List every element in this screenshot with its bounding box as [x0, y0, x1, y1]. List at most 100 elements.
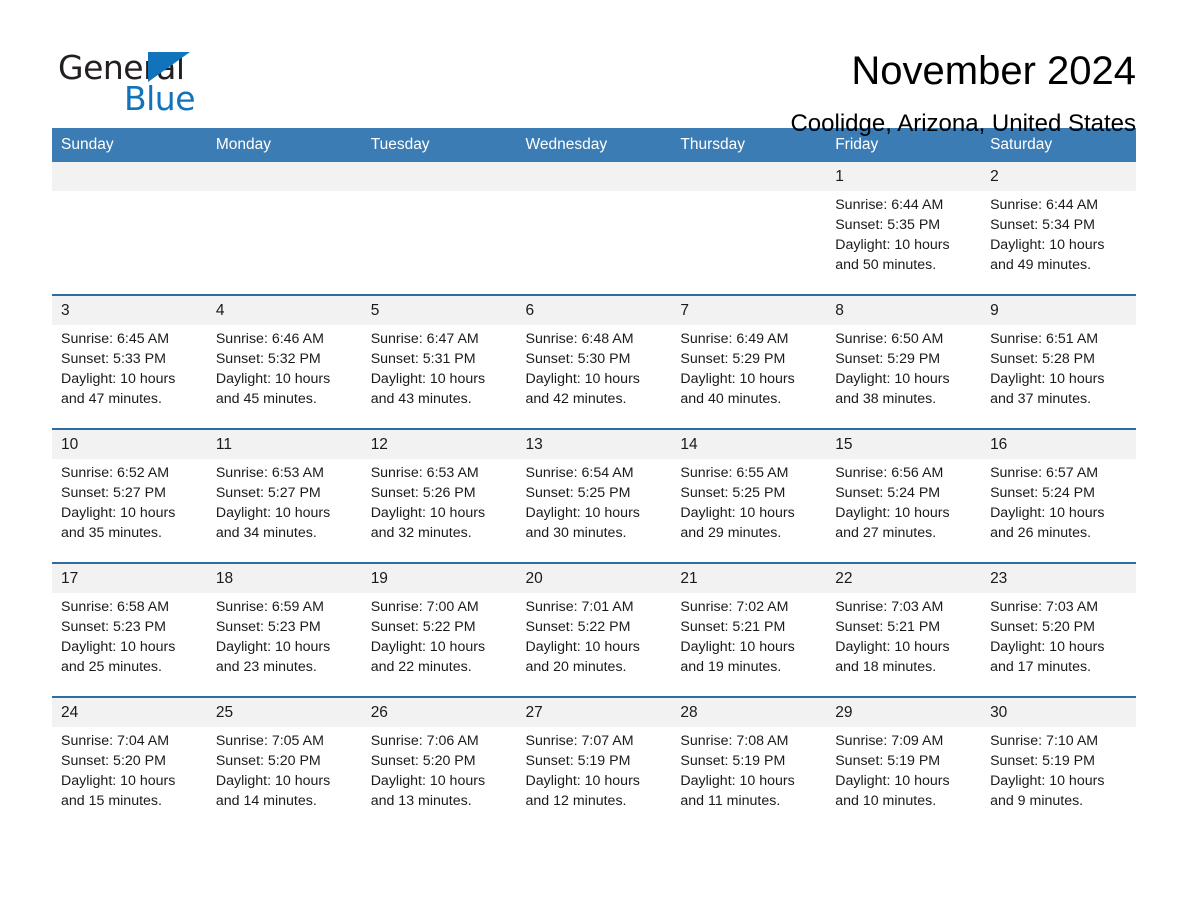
calendar-day-cell[interactable]: 5 Sunrise: 6:47 AM Sunset: 5:31 PM Daylight… — [361, 294, 517, 429]
sunrise-text: Sunrise: 6:50 AM — [835, 331, 944, 347]
calendar-day-cell[interactable]: 22 Sunrise: 7:03 AM Sunset: 5:21 PM Dayligh… — [826, 562, 982, 697]
calendar-day-cell[interactable]: 25 Sunrise: 7:05 AM Sunset: 5:20 PM Dayligh… — [206, 696, 362, 830]
sunset-text: Sunset: 5:19 PM — [835, 753, 941, 769]
calendar-day-cell[interactable]: 1 Sunrise: 6:44 AM Sunset: 5:35 PM Daylight… — [826, 162, 982, 295]
day-cell-inner — [671, 162, 827, 294]
calendar-day-cell[interactable]: 16 Sunrise: 6:57 AM Sunset: 5:24 PM Dayligh… — [981, 428, 1136, 563]
day-details: Sunrise: 7:04 AM Sunset: 5:20 PM Daylight:… — [52, 727, 207, 811]
calendar-day-cell[interactable]: 2 Sunrise: 6:44 AM Sunset: 5:34 PM Daylight… — [981, 162, 1136, 295]
day-cell-inner: 19 Sunrise: 7:00 AM Sunset: 5:22 PM Dayligh… — [361, 564, 517, 696]
sunrise-text: Sunrise: 6:53 AM — [370, 465, 479, 481]
day-number: 23 — [981, 564, 1136, 593]
sunrise-text: Sunrise: 7:00 AM — [370, 599, 479, 615]
calendar-week-row: 17 Sunrise: 6:58 AM Sunset: 5:23 PM Dayligh… — [52, 562, 1136, 697]
calendar-day-cell[interactable]: 14 Sunrise: 6:55 AM Sunset: 5:25 PM Dayligh… — [671, 428, 827, 563]
sunset-text: Sunset: 5:20 PM — [61, 753, 166, 769]
day-details: Sunrise: 7:09 AM Sunset: 5:19 PM Daylight:… — [826, 727, 981, 811]
calendar-day-cell[interactable]: 4 Sunrise: 6:46 AM Sunset: 5:32 PM Daylight… — [206, 294, 362, 429]
daylight-text: Daylight: 10 hours and 19 minutes. — [680, 639, 795, 675]
calendar-page: General Blue November 2024 Coolidge, Ari… — [0, 0, 1188, 918]
calendar-day-cell[interactable]: 3 Sunrise: 6:45 AM Sunset: 5:33 PM Daylight… — [52, 294, 207, 429]
day-details: Sunrise: 7:07 AM Sunset: 5:19 PM Daylight:… — [517, 727, 672, 811]
calendar-day-cell[interactable]: 26 Sunrise: 7:06 AM Sunset: 5:20 PM Dayligh… — [361, 696, 517, 830]
calendar-day-cell[interactable]: 27 Sunrise: 7:07 AM Sunset: 5:19 PM Dayligh… — [516, 696, 672, 830]
calendar-day-cell[interactable]: 7 Sunrise: 6:49 AM Sunset: 5:29 PM Daylight… — [671, 294, 827, 429]
calendar-day-cell[interactable]: 18 Sunrise: 6:59 AM Sunset: 5:23 PM Dayligh… — [206, 562, 362, 697]
day-details: Sunrise: 6:48 AM Sunset: 5:30 PM Daylight:… — [517, 325, 672, 409]
sunrise-text: Sunrise: 7:06 AM — [370, 733, 479, 749]
calendar-day-cell[interactable]: 13 Sunrise: 6:54 AM Sunset: 5:25 PM Dayligh… — [516, 428, 672, 563]
day-number: 14 — [671, 430, 827, 459]
sunset-text: Sunset: 5:20 PM — [215, 753, 321, 769]
sunrise-text: Sunrise: 6:57 AM — [990, 465, 1099, 481]
calendar-day-cell[interactable]: 21 Sunrise: 7:02 AM Sunset: 5:21 PM Dayligh… — [671, 562, 827, 697]
sunrise-text: Sunrise: 7:04 AM — [61, 733, 170, 749]
daylight-text: Daylight: 10 hours and 26 minutes. — [990, 505, 1105, 541]
day-number: 25 — [206, 698, 362, 727]
day-number: 13 — [516, 430, 672, 459]
day-details: Sunrise: 6:44 AM Sunset: 5:35 PM Daylight:… — [826, 191, 981, 275]
day-cell-inner: 21 Sunrise: 7:02 AM Sunset: 5:21 PM Dayligh… — [671, 564, 827, 696]
calendar-day-cell[interactable]: 10 Sunrise: 6:52 AM Sunset: 5:27 PM Dayligh… — [52, 428, 207, 563]
calendar-day-cell[interactable]: 12 Sunrise: 6:53 AM Sunset: 5:26 PM Dayligh… — [361, 428, 517, 563]
calendar-day-cell[interactable]: 30 Sunrise: 7:10 AM Sunset: 5:19 PM Dayligh… — [981, 696, 1136, 830]
day-cell-inner: 10 Sunrise: 6:52 AM Sunset: 5:27 PM Dayligh… — [52, 430, 207, 562]
day-number: 6 — [516, 296, 672, 325]
day-number: 18 — [206, 564, 362, 593]
sunset-text: Sunset: 5:29 PM — [680, 351, 786, 367]
day-details: Sunrise: 7:08 AM Sunset: 5:19 PM Daylight:… — [671, 727, 826, 811]
day-number: 1 — [826, 162, 982, 191]
sunset-text: Sunset: 5:22 PM — [370, 619, 476, 635]
sunrise-text: Sunrise: 7:10 AM — [990, 733, 1099, 749]
day-number: 2 — [981, 162, 1136, 191]
day-cell-inner: 1 Sunrise: 6:44 AM Sunset: 5:35 PM Daylight… — [826, 162, 982, 294]
daylight-text: Daylight: 10 hours and 13 minutes. — [370, 773, 486, 809]
calendar-day-cell[interactable]: 11 Sunrise: 6:53 AM Sunset: 5:27 PM Dayligh… — [206, 428, 362, 563]
sunset-text: Sunset: 5:19 PM — [990, 753, 1095, 769]
calendar-day-cell[interactable]: 23 Sunrise: 7:03 AM Sunset: 5:20 PM Dayligh… — [981, 562, 1136, 697]
daylight-text: Daylight: 10 hours and 15 minutes. — [61, 773, 176, 809]
sunrise-text: Sunrise: 6:56 AM — [835, 465, 944, 481]
calendar-day-cell[interactable]: 20 Sunrise: 7:01 AM Sunset: 5:22 PM Dayligh… — [516, 562, 672, 697]
calendar-day-cell[interactable]: 9 Sunrise: 6:51 AM Sunset: 5:28 PM Daylight… — [981, 294, 1136, 429]
calendar-cell-empty — [671, 162, 827, 295]
day-number: 10 — [52, 430, 207, 459]
calendar-day-cell[interactable]: 29 Sunrise: 7:09 AM Sunset: 5:19 PM Dayligh… — [826, 696, 982, 830]
calendar-day-cell[interactable]: 19 Sunrise: 7:00 AM Sunset: 5:22 PM Dayligh… — [361, 562, 517, 697]
daylight-text: Daylight: 10 hours and 42 minutes. — [525, 371, 640, 407]
calendar-day-cell[interactable]: 15 Sunrise: 6:56 AM Sunset: 5:24 PM Dayligh… — [826, 428, 982, 563]
day-number: 16 — [981, 430, 1136, 459]
day-number: 7 — [671, 296, 827, 325]
logo-text-blue: Blue — [124, 79, 196, 118]
sunset-text: Sunset: 5:25 PM — [680, 485, 786, 501]
title-block: November 2024 Coolidge, Arizona, United … — [242, 46, 1136, 139]
sunrise-text: Sunrise: 7:02 AM — [680, 599, 789, 615]
sunset-text: Sunset: 5:30 PM — [525, 351, 631, 367]
daylight-text: Daylight: 10 hours and 9 minutes. — [990, 773, 1105, 809]
day-details: Sunrise: 6:57 AM Sunset: 5:24 PM Daylight:… — [981, 459, 1136, 543]
sunset-text: Sunset: 5:31 PM — [370, 351, 476, 367]
day-cell-inner: 26 Sunrise: 7:06 AM Sunset: 5:20 PM Dayligh… — [361, 698, 517, 830]
calendar-day-cell[interactable]: 8 Sunrise: 6:50 AM Sunset: 5:29 PM Daylight… — [826, 294, 982, 429]
calendar-cell-empty — [52, 162, 207, 295]
sunset-text: Sunset: 5:20 PM — [990, 619, 1095, 635]
day-cell-inner: 16 Sunrise: 6:57 AM Sunset: 5:24 PM Dayligh… — [981, 430, 1136, 562]
day-number: 19 — [361, 564, 517, 593]
page-header: General Blue November 2024 Coolidge, Ari… — [52, 0, 1136, 137]
calendar-week-row: 1 Sunrise: 6:44 AM Sunset: 5:35 PM Daylight… — [52, 162, 1136, 295]
daylight-text: Daylight: 10 hours and 12 minutes. — [525, 773, 640, 809]
sunset-text: Sunset: 5:23 PM — [61, 619, 166, 635]
day-cell-inner — [361, 162, 517, 294]
calendar-day-cell[interactable]: 28 Sunrise: 7:08 AM Sunset: 5:19 PM Dayligh… — [671, 696, 827, 830]
calendar-day-cell[interactable]: 24 Sunrise: 7:04 AM Sunset: 5:20 PM Dayligh… — [52, 696, 207, 830]
sunset-text: Sunset: 5:19 PM — [525, 753, 631, 769]
day-number: 27 — [516, 698, 672, 727]
calendar-day-cell[interactable]: 6 Sunrise: 6:48 AM Sunset: 5:30 PM Daylight… — [516, 294, 672, 429]
day-details: Sunrise: 7:01 AM Sunset: 5:22 PM Daylight:… — [517, 593, 672, 677]
sunset-text: Sunset: 5:24 PM — [990, 485, 1095, 501]
calendar-day-cell[interactable]: 17 Sunrise: 6:58 AM Sunset: 5:23 PM Dayligh… — [52, 562, 207, 697]
daylight-text: Daylight: 10 hours and 30 minutes. — [525, 505, 640, 541]
daylight-text: Daylight: 10 hours and 11 minutes. — [680, 773, 795, 809]
calendar-cell-empty — [361, 162, 517, 295]
day-number: 5 — [361, 296, 517, 325]
